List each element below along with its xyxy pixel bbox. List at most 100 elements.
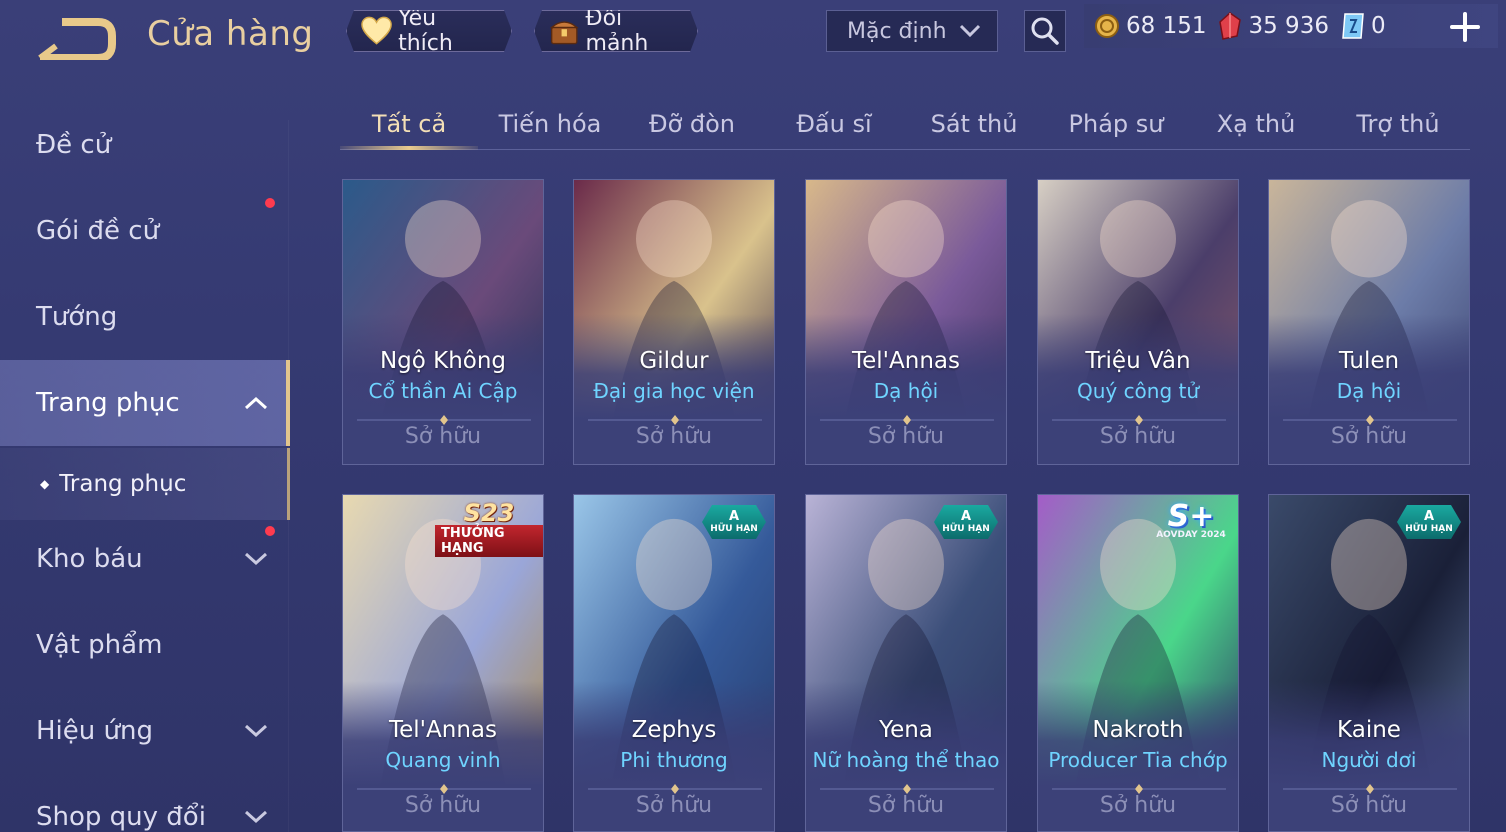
card-divider [820, 410, 994, 425]
hero-name: Yena [879, 717, 933, 743]
skin-card[interactable]: Kaine Người dơi Sở hữu A HỮU HẠN [1268, 494, 1470, 832]
skin-name: Quang vinh [385, 748, 501, 772]
heart-icon [361, 16, 392, 46]
chevron-down-icon [244, 810, 268, 824]
owned-status: Sở hữu [404, 424, 482, 449]
card-divider [1283, 410, 1457, 425]
skin-card[interactable]: Ngộ Không Cổ thần Ai Cập Sở hữu [342, 179, 544, 465]
skin-card[interactable]: Triệu Vân Quý công tử Sở hữu [1037, 179, 1239, 465]
tab-assassin[interactable]: Sát thủ [904, 98, 1044, 150]
sidebar-item-skins[interactable]: Trang phục [0, 360, 290, 446]
skin-card[interactable]: Tel'Annas Quang vinh Sở hữu S23 THƯỞNG HẠNG [342, 494, 544, 832]
owned-status: Sở hữu [404, 793, 482, 818]
sidebar-item-heroes[interactable]: Tướng [0, 274, 290, 360]
sidebar-item-items[interactable]: Vật phẩm [0, 602, 290, 688]
skin-name: Producer Tia chớp [1048, 748, 1228, 772]
gold-coin-icon [1095, 14, 1119, 38]
owned-status: Sở hữu [635, 424, 713, 449]
hero-name: Kaine [1337, 717, 1401, 743]
badge-tier: A [1423, 509, 1435, 524]
diamond-amount: 0 [1370, 13, 1386, 39]
hero-name: Tel'Annas [852, 348, 960, 374]
skin-card[interactable]: Tel'Annas Dạ hội Sở hữu [805, 179, 1007, 465]
sidebar-item-exchange-shop[interactable]: Shop quy đổi [0, 774, 290, 832]
sidebar-subitem-skins[interactable]: ◆ Trang phục [0, 448, 290, 520]
card-divider [588, 779, 762, 794]
badge-caption: THƯỞNG HẠNG [435, 525, 543, 557]
diamond-currency: 0 [1341, 12, 1386, 40]
hero-name: Tel'Annas [389, 717, 497, 743]
sidebar-item-effects[interactable]: Hiệu ứng [0, 688, 290, 774]
notification-dot [265, 198, 275, 208]
notification-dot [265, 526, 275, 536]
card-divider [588, 410, 762, 425]
sidebar-item-recommended-packs[interactable]: Gói đề cử [0, 188, 290, 274]
sort-dropdown[interactable]: Mặc định [826, 10, 998, 52]
skin-card[interactable]: Nakroth Producer Tia chớp Sở hữu S+ AOVDAY 2… [1037, 494, 1239, 832]
skin-card[interactable]: Zephys Phi thương Sở hữu A HỮU HẠN [573, 494, 775, 832]
card-divider [1052, 410, 1226, 425]
sidebar-item-label: Hiệu ứng [36, 716, 153, 746]
voucher-amount: 35 936 [1248, 13, 1329, 39]
hero-name: Ngộ Không [379, 348, 507, 374]
skin-name: Quý công tử [1076, 379, 1200, 403]
owned-status: Sở hữu [1099, 424, 1177, 449]
hero-name: Nakroth [1092, 717, 1184, 743]
tab-mage[interactable]: Pháp sư [1046, 98, 1186, 150]
tab-tank[interactable]: Đỡ đòn [622, 98, 762, 150]
sidebar-item-label: Đề cử [36, 130, 112, 160]
skin-name: Cổ thần Ai Cập [368, 379, 518, 403]
skin-name: Người dơi [1321, 748, 1417, 772]
badge-caption: HỮU HẠN [1405, 524, 1453, 534]
sidebar-item-treasure[interactable]: Kho báu [0, 516, 290, 602]
back-button[interactable] [36, 18, 116, 62]
tab-marksman[interactable]: Xạ thủ [1186, 98, 1326, 150]
owned-status: Sở hữu [635, 793, 713, 818]
page-title: Cửa hàng [147, 14, 314, 54]
card-divider [1052, 779, 1226, 794]
badge-tier: S+ [1167, 499, 1215, 534]
hero-name: Zephys [631, 717, 717, 743]
tab-support[interactable]: Trợ thủ [1328, 98, 1468, 150]
sidebar-item-label: Vật phẩm [36, 630, 163, 660]
card-divider [357, 779, 531, 794]
badge-tier: A [728, 509, 740, 524]
exchange-shards-button[interactable]: Đổi mảnh [534, 10, 698, 52]
badge-caption: AOVDAY 2024 [1156, 530, 1226, 540]
owned-status: Sở hữu [1330, 793, 1408, 818]
badge-tier: S23 [463, 499, 515, 527]
tab-fighter[interactable]: Đấu sĩ [764, 98, 904, 150]
hero-name: Triệu Vân [1085, 348, 1191, 374]
search-button[interactable] [1024, 10, 1066, 52]
back-arrow-icon [38, 18, 116, 62]
sidebar-item-recommended[interactable]: Đề cử [0, 102, 290, 188]
tab-evolution[interactable]: Tiến hóa [480, 98, 620, 150]
tab-all[interactable]: Tất cả [340, 98, 478, 150]
blue-ticket-icon [1342, 13, 1364, 39]
owned-status: Sở hữu [1330, 424, 1408, 449]
skin-name: Nữ hoàng thể thao [812, 748, 1000, 772]
skin-card[interactable]: Tulen Dạ hội Sở hữu [1268, 179, 1470, 465]
owned-status: Sở hữu [867, 424, 945, 449]
chevron-down-icon [959, 24, 981, 38]
card-divider [1283, 779, 1457, 794]
sidebar-item-label: Shop quy đổi [36, 802, 206, 832]
voucher-currency: 35 936 [1218, 12, 1329, 40]
skin-card[interactable]: Gildur Đại gia học viện Sở hữu [573, 179, 775, 465]
gold-amount: 68 151 [1126, 13, 1207, 39]
splus-tier-badge: S+ AOVDAY 2024 [1150, 499, 1232, 557]
plus-icon [1450, 12, 1480, 42]
exchange-label: Đổi mảnh [585, 6, 649, 56]
card-divider [820, 779, 994, 794]
hero-name: Tulen [1338, 348, 1400, 374]
search-icon [1031, 17, 1059, 45]
favorite-label: Yêu thích [398, 6, 453, 56]
skin-card[interactable]: Yena Nữ hoàng thể thao Sở hữu A HỮU HẠN [805, 494, 1007, 832]
chevron-down-icon [244, 552, 268, 566]
add-currency-button[interactable] [1448, 10, 1482, 44]
sidebar: Đề cử Gói đề cử Tướng Trang phục ◆ Trang… [0, 100, 290, 832]
currency-bar: 68 151 35 936 0 [1084, 4, 1498, 48]
top-bar: Cửa hàng Yêu thích Đổi mảnh Mặc định 68 … [0, 0, 1506, 78]
favorite-button[interactable]: Yêu thích [346, 10, 512, 52]
limited-badge: A HỮU HẠN [1397, 505, 1461, 539]
